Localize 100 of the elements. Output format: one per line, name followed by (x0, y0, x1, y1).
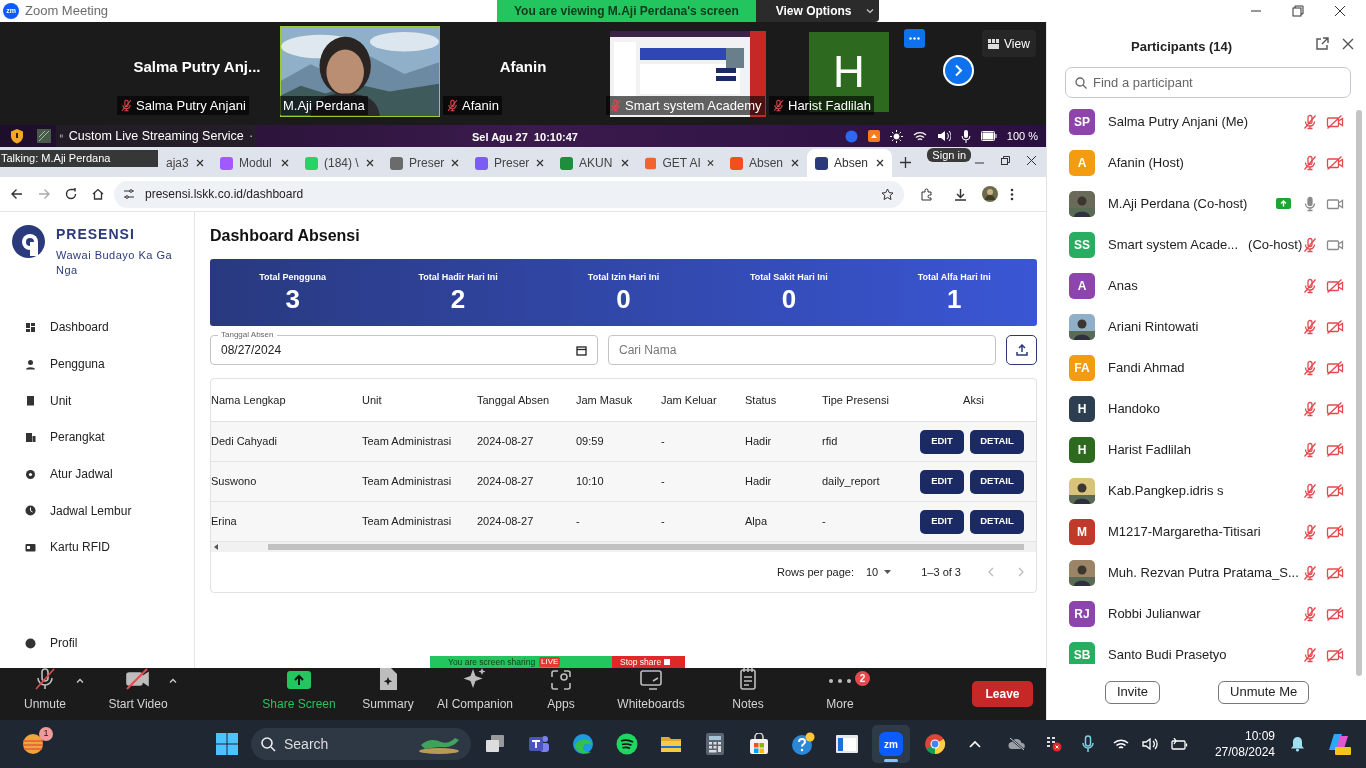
next-page-button[interactable] (943, 55, 974, 86)
toolbar-button[interactable]: Unmute (2, 670, 88, 718)
participant-row[interactable]: SB Santo Budi Prasetyo (1047, 634, 1366, 664)
nav-item[interactable]: Profil (25, 634, 78, 652)
scroll-left-icon[interactable] (214, 544, 218, 550)
home-icon[interactable] (92, 188, 104, 200)
toolbar-button[interactable]: AI Companion (432, 670, 518, 718)
close-tab-icon[interactable] (876, 159, 884, 167)
restore-icon[interactable] (1292, 5, 1304, 17)
search-field[interactable]: Find a participant (1065, 67, 1351, 98)
battery-charging-icon[interactable] (1170, 737, 1188, 751)
close-tab-icon[interactable] (451, 159, 459, 167)
shield-icon[interactable] (10, 128, 24, 144)
toolbar-button[interactable]: Start Video (95, 670, 181, 718)
nav-item[interactable]: Pengguna (25, 345, 194, 383)
detail-button[interactable]: DETAIL (970, 469, 1024, 494)
microphone-icon[interactable] (1081, 735, 1094, 753)
participant-row[interactable]: Muh. Rezvan Putra Pratama_S... (1047, 552, 1366, 593)
assistant-icon[interactable] (1326, 732, 1352, 756)
export-button[interactable] (1006, 335, 1037, 365)
close-tab-icon[interactable] (536, 159, 544, 167)
extensions-icon[interactable] (920, 187, 933, 201)
browser-tab[interactable]: Absen (722, 149, 807, 177)
column-header[interactable]: Unit (362, 391, 477, 409)
unmute-me-button[interactable]: Unmute Me (1218, 680, 1310, 704)
new-tab-icon[interactable] (900, 157, 911, 168)
download-icon[interactable] (954, 187, 967, 201)
close-tab-icon[interactable] (791, 159, 799, 167)
sign-in-button[interactable]: Sign in (927, 148, 971, 162)
participant-row[interactable]: RJ Robbi Julianwar (1047, 593, 1366, 634)
vertical-scrollbar[interactable] (1356, 110, 1362, 676)
participant-row[interactable]: Kab.Pangkep.idris s (1047, 470, 1366, 511)
reload-icon[interactable] (65, 188, 77, 200)
maximize-icon[interactable] (1001, 156, 1010, 165)
search-field[interactable]: Search (251, 728, 471, 760)
edit-button[interactable]: EDIT (920, 429, 964, 454)
browser-tab[interactable]: (184) \ (297, 149, 382, 177)
toolbar-button[interactable]: Apps (518, 670, 604, 718)
participant-row[interactable]: H Handoko (1047, 388, 1366, 429)
view-options-button[interactable]: View Options (755, 0, 879, 22)
browser-tab[interactable]: Preser (382, 149, 467, 177)
column-header[interactable]: Aksi (963, 391, 984, 409)
participant-row[interactable]: H Harist Fadlilah (1047, 429, 1366, 470)
screen-icon[interactable] (36, 128, 52, 144)
edit-button[interactable]: EDIT (920, 509, 964, 534)
participant-row[interactable]: SS Smart system Acade... (Co-host) (1047, 224, 1366, 265)
nav-item[interactable]: Dashboard (25, 309, 194, 346)
clock[interactable]: 10:09 27/08/2024 (1214, 728, 1275, 760)
detail-button[interactable]: DETAIL (970, 429, 1024, 454)
caret-icon[interactable] (76, 678, 84, 683)
network-error-icon[interactable] (1044, 736, 1063, 752)
microphone-icon[interactable] (960, 129, 971, 143)
volume-icon[interactable] (936, 130, 951, 142)
browser-tab[interactable]: Modul (212, 149, 297, 177)
participant-row[interactable]: M M1217-Margaretha-Titisari (1047, 511, 1366, 552)
column-header[interactable]: Status (745, 391, 822, 409)
address-bar[interactable]: presensi.lskk.co.id/dashboard (114, 180, 904, 208)
stop-share-button[interactable]: Stop share (612, 656, 685, 668)
profile-avatar-icon[interactable] (982, 186, 998, 202)
close-tab-icon[interactable] (706, 159, 714, 167)
toolbar-button[interactable]: Notes (705, 670, 791, 718)
participant-row[interactable]: M.Aji Perdana (Co-host) (1047, 183, 1366, 224)
pop-out-icon[interactable] (1315, 37, 1329, 51)
detail-button[interactable]: DETAIL (970, 509, 1024, 534)
caret-icon[interactable] (169, 678, 177, 683)
video-meeting-app-icon[interactable]: zm (872, 725, 910, 763)
toolbar-button[interactable]: Summary (345, 670, 431, 718)
battery-icon[interactable] (980, 131, 997, 141)
participant-row[interactable]: SP Salma Putry Anjani (Me) (1047, 101, 1366, 142)
leave-button[interactable]: Leave (972, 681, 1033, 707)
close-tab-icon[interactable] (196, 159, 204, 167)
app-indicator-icon[interactable] (867, 130, 880, 142)
wifi-icon[interactable] (1112, 737, 1129, 751)
rows-per-page-select[interactable]: 10 (866, 563, 892, 581)
browser-tab[interactable]: Absen (807, 149, 892, 177)
close-icon[interactable] (1027, 156, 1036, 165)
browser-tab[interactable]: AKUN (552, 149, 637, 177)
nav-item[interactable]: Unit (25, 382, 194, 420)
invite-button[interactable]: Invite (1105, 680, 1161, 704)
more-options-button[interactable] (904, 29, 925, 48)
menu-icon[interactable] (1010, 187, 1014, 201)
close-tab-icon[interactable] (621, 159, 629, 167)
participant-row[interactable]: A Afanin (Host) (1047, 142, 1366, 183)
toolbar-button[interactable]: Whiteboards (608, 670, 694, 718)
cloud-off-icon[interactable] (1007, 737, 1026, 751)
participant-row[interactable]: A Anas (1047, 265, 1366, 306)
chevron-up-icon[interactable] (968, 740, 981, 748)
participant-row[interactable]: Ariani Rintowati (1047, 306, 1366, 347)
streaming-menu[interactable]: Custom Live Streaming Service (56, 125, 256, 147)
wifi-icon[interactable] (912, 130, 927, 142)
column-header[interactable]: Jam Masuk (576, 391, 661, 409)
browser-tab[interactable]: aja3 (158, 149, 212, 177)
horizontal-scrollbar[interactable] (211, 542, 1036, 552)
search-field[interactable]: Cari Nama (608, 335, 996, 365)
view-button[interactable]: View (982, 30, 1036, 57)
bell-icon[interactable] (1290, 736, 1305, 752)
toolbar-button[interactable]: More 2 (797, 670, 883, 718)
close-icon[interactable] (1342, 38, 1354, 50)
volume-icon[interactable] (1141, 737, 1158, 751)
close-tab-icon[interactable] (281, 159, 289, 167)
